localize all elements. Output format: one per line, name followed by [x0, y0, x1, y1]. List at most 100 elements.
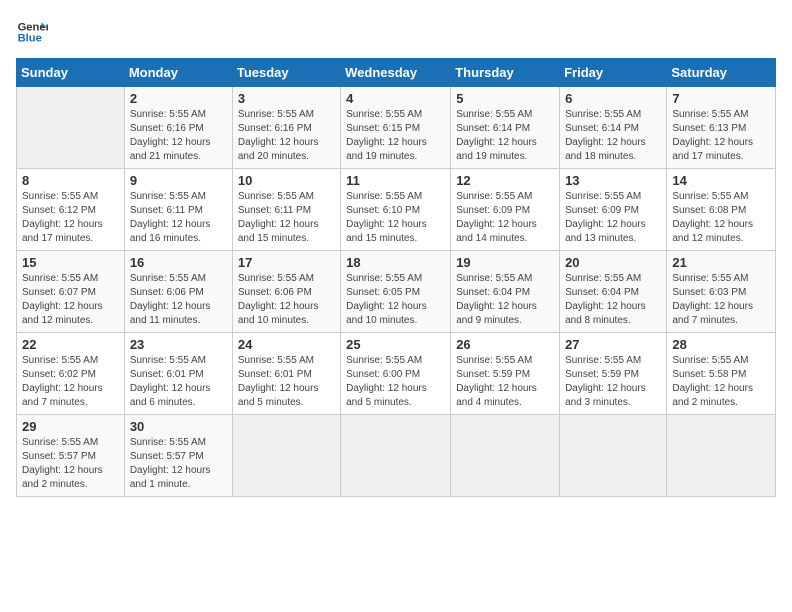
- calendar-week-5: 29 Sunrise: 5:55 AMSunset: 5:57 PMDayligh…: [17, 415, 776, 497]
- day-number: 22: [22, 337, 119, 352]
- calendar-cell: 18 Sunrise: 5:55 AMSunset: 6:05 PMDayligh…: [341, 251, 451, 333]
- calendar-cell: 2 Sunrise: 5:55 AMSunset: 6:16 PMDaylight…: [124, 87, 232, 169]
- day-number: 2: [130, 91, 227, 106]
- day-detail: Sunrise: 5:55 AMSunset: 6:08 PMDaylight:…: [672, 190, 770, 246]
- calendar-cell: 26 Sunrise: 5:55 AMSunset: 5:59 PMDayligh…: [451, 333, 560, 415]
- day-detail: Sunrise: 5:55 AMSunset: 5:59 PMDaylight:…: [456, 354, 554, 410]
- day-detail: Sunrise: 5:55 AMSunset: 5:59 PMDaylight:…: [565, 354, 661, 410]
- day-number: 21: [672, 255, 770, 270]
- day-number: 28: [672, 337, 770, 352]
- day-header-sunday: Sunday: [17, 59, 125, 87]
- day-number: 7: [672, 91, 770, 106]
- day-detail: Sunrise: 5:55 AMSunset: 6:11 PMDaylight:…: [238, 190, 335, 246]
- calendar-cell: 24 Sunrise: 5:55 AMSunset: 6:01 PMDayligh…: [232, 333, 340, 415]
- calendar-cell: 20 Sunrise: 5:55 AMSunset: 6:04 PMDayligh…: [560, 251, 667, 333]
- calendar-week-4: 22Sunrise: 5:55 AMSunset: 6:02 PMDayligh…: [17, 333, 776, 415]
- day-number: 15: [22, 255, 119, 270]
- calendar-week-3: 15 Sunrise: 5:55 AMSunset: 6:07 PMDayligh…: [17, 251, 776, 333]
- day-number: 23: [130, 337, 227, 352]
- day-detail: Sunrise: 5:55 AMSunset: 6:13 PMDaylight:…: [672, 108, 770, 164]
- day-number: 19: [456, 255, 554, 270]
- calendar-cell: 15 Sunrise: 5:55 AMSunset: 6:07 PMDayligh…: [17, 251, 125, 333]
- calendar-cell: 29 Sunrise: 5:55 AMSunset: 5:57 PMDayligh…: [17, 415, 125, 497]
- day-detail: Sunrise: 5:55 AMSunset: 6:05 PMDaylight:…: [346, 272, 445, 328]
- day-number: 29: [22, 419, 119, 434]
- calendar-cell: 30Sunrise: 5:55 AMSunset: 5:57 PMDayligh…: [124, 415, 232, 497]
- day-header-thursday: Thursday: [451, 59, 560, 87]
- calendar-cell: [451, 415, 560, 497]
- day-number: 18: [346, 255, 445, 270]
- calendar-cell: [667, 415, 776, 497]
- calendar-cell: [560, 415, 667, 497]
- calendar-cell: 7 Sunrise: 5:55 AMSunset: 6:13 PMDaylight…: [667, 87, 776, 169]
- logo-icon: General Blue: [16, 16, 48, 48]
- calendar-cell: 10 Sunrise: 5:55 AMSunset: 6:11 PMDayligh…: [232, 169, 340, 251]
- day-detail: Sunrise: 5:55 AMSunset: 5:57 PMDaylight:…: [22, 436, 119, 492]
- calendar-cell: 28Sunrise: 5:55 AMSunset: 5:58 PMDayligh…: [667, 333, 776, 415]
- day-detail: Sunrise: 5:55 AMSunset: 6:14 PMDaylight:…: [565, 108, 661, 164]
- day-header-monday: Monday: [124, 59, 232, 87]
- calendar-cell: [341, 415, 451, 497]
- day-detail: Sunrise: 5:55 AMSunset: 6:00 PMDaylight:…: [346, 354, 445, 410]
- day-number: 9: [130, 173, 227, 188]
- day-detail: Sunrise: 5:55 AMSunset: 6:09 PMDaylight:…: [456, 190, 554, 246]
- day-number: 26: [456, 337, 554, 352]
- day-detail: Sunrise: 5:55 AMSunset: 6:15 PMDaylight:…: [346, 108, 445, 164]
- day-header-tuesday: Tuesday: [232, 59, 340, 87]
- day-header-wednesday: Wednesday: [341, 59, 451, 87]
- calendar-cell: 4 Sunrise: 5:55 AMSunset: 6:15 PMDaylight…: [341, 87, 451, 169]
- day-header-saturday: Saturday: [667, 59, 776, 87]
- day-number: 16: [130, 255, 227, 270]
- calendar-cell: 22Sunrise: 5:55 AMSunset: 6:02 PMDayligh…: [17, 333, 125, 415]
- day-detail: Sunrise: 5:55 AMSunset: 6:04 PMDaylight:…: [456, 272, 554, 328]
- day-number: 27: [565, 337, 661, 352]
- day-detail: Sunrise: 5:55 AMSunset: 6:03 PMDaylight:…: [672, 272, 770, 328]
- calendar-cell: 19 Sunrise: 5:55 AMSunset: 6:04 PMDayligh…: [451, 251, 560, 333]
- calendar-cell: 13Sunrise: 5:55 AMSunset: 6:09 PMDayligh…: [560, 169, 667, 251]
- day-number: 25: [346, 337, 445, 352]
- day-number: 3: [238, 91, 335, 106]
- day-number: 5: [456, 91, 554, 106]
- calendar-cell: 6Sunrise: 5:55 AMSunset: 6:14 PMDaylight…: [560, 87, 667, 169]
- calendar-cell: [17, 87, 125, 169]
- day-detail: Sunrise: 5:55 AMSunset: 6:11 PMDaylight:…: [130, 190, 227, 246]
- calendar-cell: 25 Sunrise: 5:55 AMSunset: 6:00 PMDayligh…: [341, 333, 451, 415]
- day-detail: Sunrise: 5:55 AMSunset: 5:57 PMDaylight:…: [130, 436, 227, 492]
- day-detail: Sunrise: 5:55 AMSunset: 6:06 PMDaylight:…: [130, 272, 227, 328]
- day-detail: Sunrise: 5:55 AMSunset: 6:12 PMDaylight:…: [22, 190, 119, 246]
- svg-text:Blue: Blue: [18, 33, 42, 45]
- calendar-cell: 27 Sunrise: 5:55 AMSunset: 5:59 PMDayligh…: [560, 333, 667, 415]
- calendar-header-row: SundayMondayTuesdayWednesdayThursdayFrid…: [17, 59, 776, 87]
- calendar-body: 2 Sunrise: 5:55 AMSunset: 6:16 PMDaylight…: [17, 87, 776, 497]
- calendar-cell: 12 Sunrise: 5:55 AMSunset: 6:09 PMDayligh…: [451, 169, 560, 251]
- day-number: 12: [456, 173, 554, 188]
- calendar-table: SundayMondayTuesdayWednesdayThursdayFrid…: [16, 58, 776, 497]
- day-header-friday: Friday: [560, 59, 667, 87]
- day-detail: Sunrise: 5:55 AMSunset: 6:01 PMDaylight:…: [238, 354, 335, 410]
- calendar-week-1: 2 Sunrise: 5:55 AMSunset: 6:16 PMDaylight…: [17, 87, 776, 169]
- calendar-cell: 11Sunrise: 5:55 AMSunset: 6:10 PMDayligh…: [341, 169, 451, 251]
- day-number: 13: [565, 173, 661, 188]
- calendar-week-2: 8 Sunrise: 5:55 AMSunset: 6:12 PMDaylight…: [17, 169, 776, 251]
- day-number: 17: [238, 255, 335, 270]
- day-detail: Sunrise: 5:55 AMSunset: 6:07 PMDaylight:…: [22, 272, 119, 328]
- day-detail: Sunrise: 5:55 AMSunset: 6:01 PMDaylight:…: [130, 354, 227, 410]
- calendar-cell: [232, 415, 340, 497]
- day-detail: Sunrise: 5:55 AMSunset: 6:16 PMDaylight:…: [238, 108, 335, 164]
- day-number: 4: [346, 91, 445, 106]
- calendar-cell: 16 Sunrise: 5:55 AMSunset: 6:06 PMDayligh…: [124, 251, 232, 333]
- day-number: 10: [238, 173, 335, 188]
- calendar-cell: 9 Sunrise: 5:55 AMSunset: 6:11 PMDaylight…: [124, 169, 232, 251]
- day-number: 24: [238, 337, 335, 352]
- day-detail: Sunrise: 5:55 AMSunset: 6:04 PMDaylight:…: [565, 272, 661, 328]
- day-number: 8: [22, 173, 119, 188]
- day-detail: Sunrise: 5:55 AMSunset: 6:16 PMDaylight:…: [130, 108, 227, 164]
- calendar-cell: 8 Sunrise: 5:55 AMSunset: 6:12 PMDaylight…: [17, 169, 125, 251]
- calendar-cell: 17 Sunrise: 5:55 AMSunset: 6:06 PMDayligh…: [232, 251, 340, 333]
- calendar-cell: 3 Sunrise: 5:55 AMSunset: 6:16 PMDaylight…: [232, 87, 340, 169]
- calendar-cell: 5Sunrise: 5:55 AMSunset: 6:14 PMDaylight…: [451, 87, 560, 169]
- calendar-cell: 21 Sunrise: 5:55 AMSunset: 6:03 PMDayligh…: [667, 251, 776, 333]
- day-detail: Sunrise: 5:55 AMSunset: 6:10 PMDaylight:…: [346, 190, 445, 246]
- day-detail: Sunrise: 5:55 AMSunset: 6:06 PMDaylight:…: [238, 272, 335, 328]
- day-number: 20: [565, 255, 661, 270]
